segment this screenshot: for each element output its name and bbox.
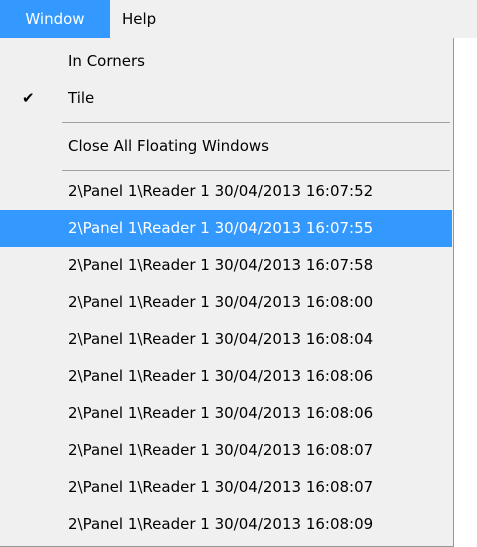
menu-item-label: In Corners: [68, 52, 145, 70]
menu-item-label: 2\Panel 1\Reader 1 30/04/2013 16:07:52: [68, 182, 374, 200]
menu-help[interactable]: Help: [122, 0, 182, 38]
menu-item-label: 2\Panel 1\Reader 1 30/04/2013 16:08:09: [68, 515, 374, 533]
menu-item-label: 2\Panel 1\Reader 1 30/04/2013 16:08:00: [68, 293, 374, 311]
menu-item-label: 2\Panel 1\Reader 1 30/04/2013 16:07:58: [68, 256, 374, 274]
menu-item-in-corners[interactable]: In Corners: [0, 43, 452, 80]
menu-item-window-9[interactable]: 2\Panel 1\Reader 1 30/04/2013 16:08:07: [0, 469, 452, 506]
menu-item-label: Close All Floating Windows: [68, 137, 269, 155]
window-dropdown-menu: In Corners ✔ Tile Close All Floating Win…: [0, 38, 454, 547]
menu-item-window-2[interactable]: 2\Panel 1\Reader 1 30/04/2013 16:07:55: [0, 210, 452, 247]
menu-item-window-5[interactable]: 2\Panel 1\Reader 1 30/04/2013 16:08:04: [0, 321, 452, 358]
menu-item-window-4[interactable]: 2\Panel 1\Reader 1 30/04/2013 16:08:00: [0, 284, 452, 321]
menu-item-window-1[interactable]: 2\Panel 1\Reader 1 30/04/2013 16:07:52: [0, 173, 452, 210]
menu-window[interactable]: Window: [0, 0, 110, 38]
menu-item-label: 2\Panel 1\Reader 1 30/04/2013 16:08:04: [68, 330, 374, 348]
menu-item-close-all-floating[interactable]: Close All Floating Windows: [0, 128, 452, 165]
menu-item-label: 2\Panel 1\Reader 1 30/04/2013 16:08:06: [68, 367, 374, 385]
menu-item-window-3[interactable]: 2\Panel 1\Reader 1 30/04/2013 16:07:58: [0, 247, 452, 284]
menu-item-window-6[interactable]: 2\Panel 1\Reader 1 30/04/2013 16:08:06: [0, 358, 452, 395]
checkmark-icon: ✔: [22, 89, 35, 107]
menubar: Window Help: [0, 0, 477, 38]
menu-item-window-7[interactable]: 2\Panel 1\Reader 1 30/04/2013 16:08:06: [0, 395, 452, 432]
menu-separator: [62, 122, 450, 123]
menu-item-label: 2\Panel 1\Reader 1 30/04/2013 16:07:55: [68, 219, 374, 237]
menu-item-window-10[interactable]: 2\Panel 1\Reader 1 30/04/2013 16:08:09: [0, 506, 452, 543]
menu-item-label: 2\Panel 1\Reader 1 30/04/2013 16:08:06: [68, 404, 374, 422]
menu-item-label: Tile: [68, 89, 95, 107]
app-window: Window Help In Corners ✔ Tile Close All …: [0, 0, 477, 547]
menu-item-window-8[interactable]: 2\Panel 1\Reader 1 30/04/2013 16:08:07: [0, 432, 452, 469]
menu-separator: [62, 170, 450, 171]
menu-item-label: 2\Panel 1\Reader 1 30/04/2013 16:08:07: [68, 478, 374, 496]
menu-item-tile[interactable]: ✔ Tile: [0, 80, 452, 117]
menu-item-label: 2\Panel 1\Reader 1 30/04/2013 16:08:07: [68, 441, 374, 459]
